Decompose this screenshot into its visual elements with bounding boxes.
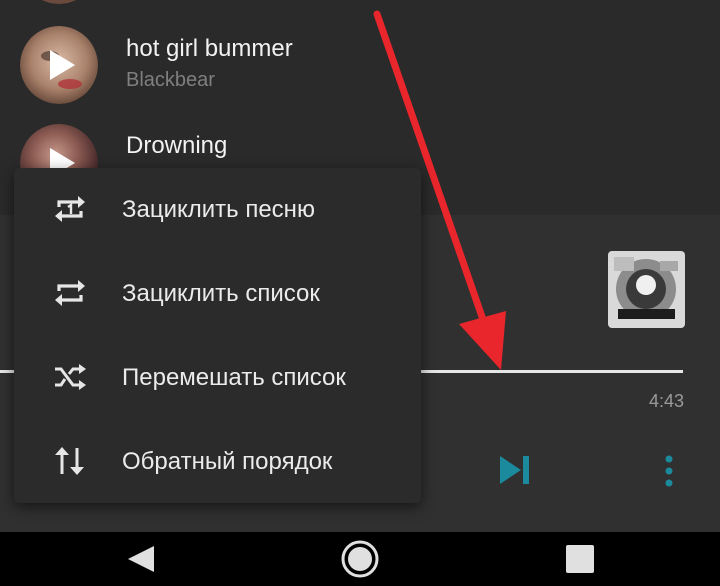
- menu-item-repeat-list[interactable]: Зациклить список: [14, 252, 421, 336]
- navigation-bar: [0, 532, 720, 586]
- menu-item-label: Зациклить список: [122, 280, 320, 307]
- next-button[interactable]: [497, 453, 533, 487]
- skip-next-icon: [500, 456, 529, 484]
- back-icon: [128, 546, 154, 572]
- song-title: Drowning: [126, 132, 228, 159]
- menu-item-reverse-order[interactable]: Обратный порядок: [14, 420, 421, 504]
- more-options-button[interactable]: [658, 453, 680, 489]
- menu-item-shuffle[interactable]: Перемешать список: [14, 336, 421, 420]
- back-button[interactable]: [126, 545, 156, 578]
- recents-button[interactable]: [565, 545, 595, 578]
- home-icon: [341, 540, 379, 578]
- repeat-icon: [55, 280, 85, 306]
- home-button[interactable]: [340, 539, 380, 584]
- playback-mode-menu: Зациклить песню Зациклить список Перемеш…: [14, 168, 421, 503]
- swap-vertical-icon: [55, 447, 84, 475]
- song-thumbnail: [20, 26, 98, 104]
- recents-icon: [566, 545, 594, 573]
- shuffle-icon: [55, 364, 86, 390]
- song-artist: Blackbear: [126, 69, 215, 91]
- song-title: hot girl bummer: [126, 35, 293, 62]
- list-item[interactable]: [0, 0, 720, 10]
- repeat-one-icon: [55, 196, 85, 222]
- list-item[interactable]: hot girl bummer Blackbear: [0, 18, 720, 114]
- album-art[interactable]: [608, 251, 685, 328]
- song-thumbnail: [20, 0, 98, 4]
- track-duration: 4:43: [648, 391, 684, 411]
- menu-item-label: Перемешать список: [122, 364, 346, 391]
- more-vertical-icon: [665, 455, 673, 487]
- menu-item-label: Зациклить песню: [122, 196, 315, 223]
- menu-item-repeat-one[interactable]: Зациклить песню: [14, 168, 421, 252]
- menu-item-label: Обратный порядок: [122, 448, 333, 475]
